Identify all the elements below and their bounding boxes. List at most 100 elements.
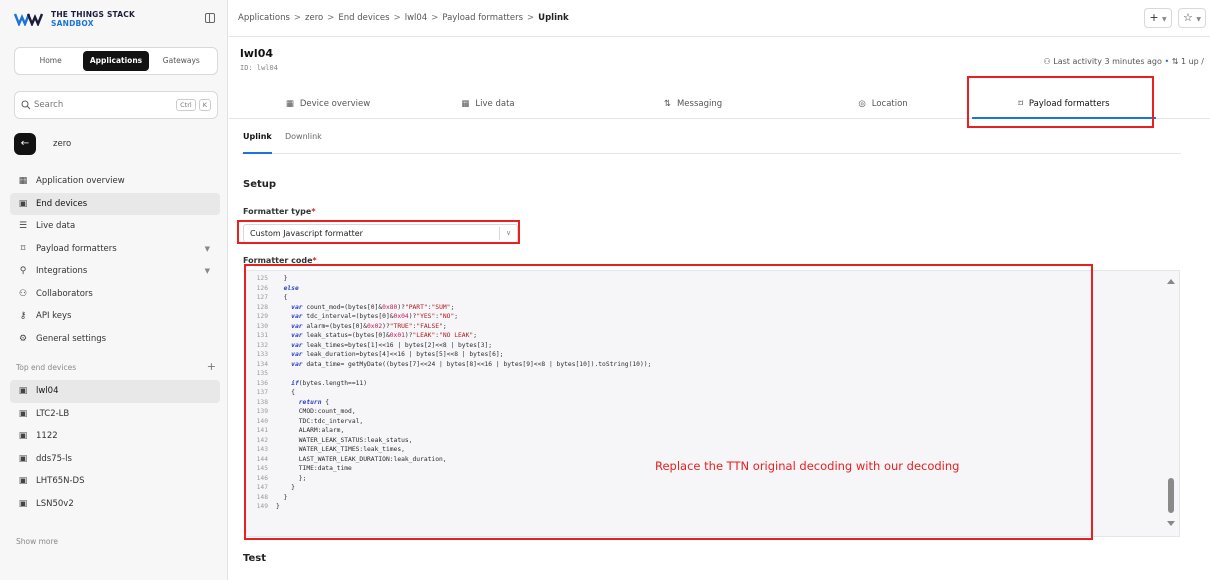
line-number: 136 (256, 379, 268, 387)
device-item-lwl04[interactable]: ▣ lwl04 (10, 380, 220, 403)
top-devices-header: Top end devices + (16, 360, 216, 373)
sidebar-item-integrations[interactable]: ⚲ Integrations ▼ (10, 260, 220, 283)
sidebar-item-collaborators[interactable]: ⚇ Collaborators (10, 283, 220, 306)
breadcrumb-device[interactable]: lwl04 (405, 13, 428, 23)
line-text: ALARM:alarm, (276, 427, 345, 434)
device-item-ltc2-lb[interactable]: ▣ LTC2-LB (10, 403, 220, 426)
formatter-subtabs: Uplink Downlink (241, 127, 1181, 154)
users-icon: ⚇ (18, 288, 28, 299)
line-number: 130 (256, 322, 268, 330)
device-item-lsn50v2[interactable]: ▣ LSN50v2 (10, 493, 220, 516)
code-editor[interactable]: 125 } 126 else 127 {128 var count_mod=(byt… (245, 270, 1180, 537)
sidebar-item-general-settings[interactable]: ⚙ General settings (10, 328, 220, 351)
sidebar-collapse-icon[interactable] (205, 13, 215, 23)
breadcrumb-app[interactable]: zero (305, 13, 323, 23)
chip-icon: ▣ (18, 386, 28, 397)
messaging-icon: ⇅ (663, 99, 671, 109)
code-line: 148 } (246, 493, 651, 503)
formatter-type-select[interactable]: Custom Javascript formatter ∨ (243, 224, 518, 243)
line-text: }; (276, 474, 307, 482)
scroll-down-icon[interactable] (1167, 521, 1175, 526)
line-number: 139 (256, 408, 268, 415)
tab-label: Location (871, 99, 908, 109)
line-number: 132 (256, 341, 268, 349)
code-line: 137 { (246, 388, 651, 398)
editor-scrollbar[interactable] (1168, 478, 1174, 513)
line-text: } (276, 503, 280, 510)
formatter-type-label: Formatter type* (243, 207, 316, 216)
sidebar-item-end-devices[interactable]: ▣ End devices (10, 192, 220, 215)
device-label: LSN50v2 (36, 498, 74, 509)
scroll-up-icon[interactable] (1167, 279, 1175, 284)
tab-payload-formatters[interactable]: ⌑ Payload formatters (972, 89, 1156, 119)
line-text: var leak_duration=bytes[4]<<16 | bytes[5… (291, 351, 504, 358)
line-number: 131 (256, 332, 268, 339)
line-number: 149 (256, 503, 268, 510)
device-item-1122[interactable]: ▣ 1122 (10, 425, 220, 448)
grid-icon: ▦ (285, 99, 294, 109)
search-input[interactable]: Search Ctrl K (14, 91, 218, 119)
brand-line2: SANDBOX (51, 18, 94, 28)
code-line: 138 return { (246, 398, 651, 408)
add-device-icon[interactable]: + (207, 360, 216, 373)
tab-label: Payload formatters (1028, 99, 1110, 109)
tab-label: Device overview (299, 99, 371, 109)
code-line: 139 CMOD:count_mod, (246, 407, 651, 417)
code-line: 133 var leak_duration=bytes[4]<<16 | byt… (246, 350, 651, 360)
line-text: if(bytes.length==11) (291, 379, 368, 387)
switcher-applications[interactable]: Applications (83, 51, 149, 71)
brand-logo[interactable]: THE THINGS STACK SANDBOX (0, 0, 228, 37)
grid-icon: ▦ (18, 176, 28, 187)
line-number: 133 (256, 351, 268, 358)
sidebar-item-live-data[interactable]: ☰ Live data (10, 215, 220, 238)
bookmark-menu-button[interactable]: ☆ ▼ (1178, 8, 1206, 28)
line-text: WATER_LEAK_STATUS:leak_status, (276, 436, 413, 444)
tab-location[interactable]: ◎ Location (843, 89, 923, 119)
switcher-gateways[interactable]: Gateways (149, 51, 214, 71)
activity-status: ⚇ Last activity 3 minutes ago • ⇅ 1 up / (1044, 57, 1204, 66)
tab-device-overview[interactable]: ▦ Device overview (273, 89, 383, 119)
formatter-code-label-text: Formatter code (243, 256, 313, 265)
line-number: 129 (256, 313, 268, 320)
device-item-lht65n-ds[interactable]: ▣ LHT65N-DS (10, 470, 220, 493)
sidebar-item-label: API keys (36, 311, 72, 322)
device-item-dds75-ls[interactable]: ▣ dds75-ls (10, 448, 220, 471)
add-menu-button[interactable]: + ▼ (1144, 8, 1172, 28)
status-dot-icon: • (1164, 57, 1170, 66)
switcher-home[interactable]: Home (18, 51, 83, 71)
device-label: 1122 (36, 431, 58, 442)
annotation-text: Replace the TTN original decoding with o… (655, 459, 960, 473)
code-line: 132 var leak_times=bytes[1]<<16 | bytes[… (246, 341, 651, 351)
line-text: var data_time= getMyDate((bytes[7]<<24 |… (291, 360, 652, 368)
tab-messaging[interactable]: ⇅ Messaging (653, 89, 733, 119)
line-number: 147 (256, 484, 268, 491)
breadcrumb-payload-formatters[interactable]: Payload formatters (442, 13, 523, 23)
sidebar-nav: ▦ Application overview ▣ End devices ☰ L… (10, 170, 220, 350)
breadcrumb-applications[interactable]: Applications (238, 13, 290, 23)
code-line: 143 WATER_LEAK_TIMES:leak_times, (246, 445, 651, 455)
app-back-row: ← zero (14, 133, 71, 155)
code-line: 125 } (246, 274, 651, 284)
line-number: 126 (256, 284, 268, 292)
formatter-type-value: Custom Javascript formatter (250, 229, 363, 238)
tab-label: Live data (475, 99, 515, 109)
tab-live-data[interactable]: ▦ Live data (448, 89, 528, 119)
sidebar-item-payload-formatters[interactable]: ⌑ Payload formatters ▼ (10, 238, 220, 261)
show-more-link[interactable]: Show more (16, 537, 58, 546)
traffic-count: 1 up / (1180, 57, 1204, 66)
line-number: 142 (256, 436, 268, 444)
breadcrumb-end-devices[interactable]: End devices (338, 13, 389, 23)
traffic-arrows-icon: ⇅ (1171, 57, 1179, 66)
sidebar-item-application-overview[interactable]: ▦ Application overview (10, 170, 220, 193)
back-arrow-icon[interactable]: ← (14, 133, 36, 155)
subtab-downlink[interactable]: Downlink (285, 132, 322, 154)
line-number: 148 (256, 493, 268, 501)
test-heading: Test (243, 553, 267, 564)
line-number: 128 (256, 303, 268, 311)
subtab-uplink[interactable]: Uplink (243, 132, 272, 154)
device-label: LTC2-LB (36, 408, 70, 419)
line-text: CMOD:count_mod, (276, 408, 356, 415)
brand-line1: THE THINGS STACK (51, 9, 136, 19)
sidebar-item-api-keys[interactable]: ⚷ API keys (10, 305, 220, 328)
device-title: lwl04 (240, 47, 274, 60)
